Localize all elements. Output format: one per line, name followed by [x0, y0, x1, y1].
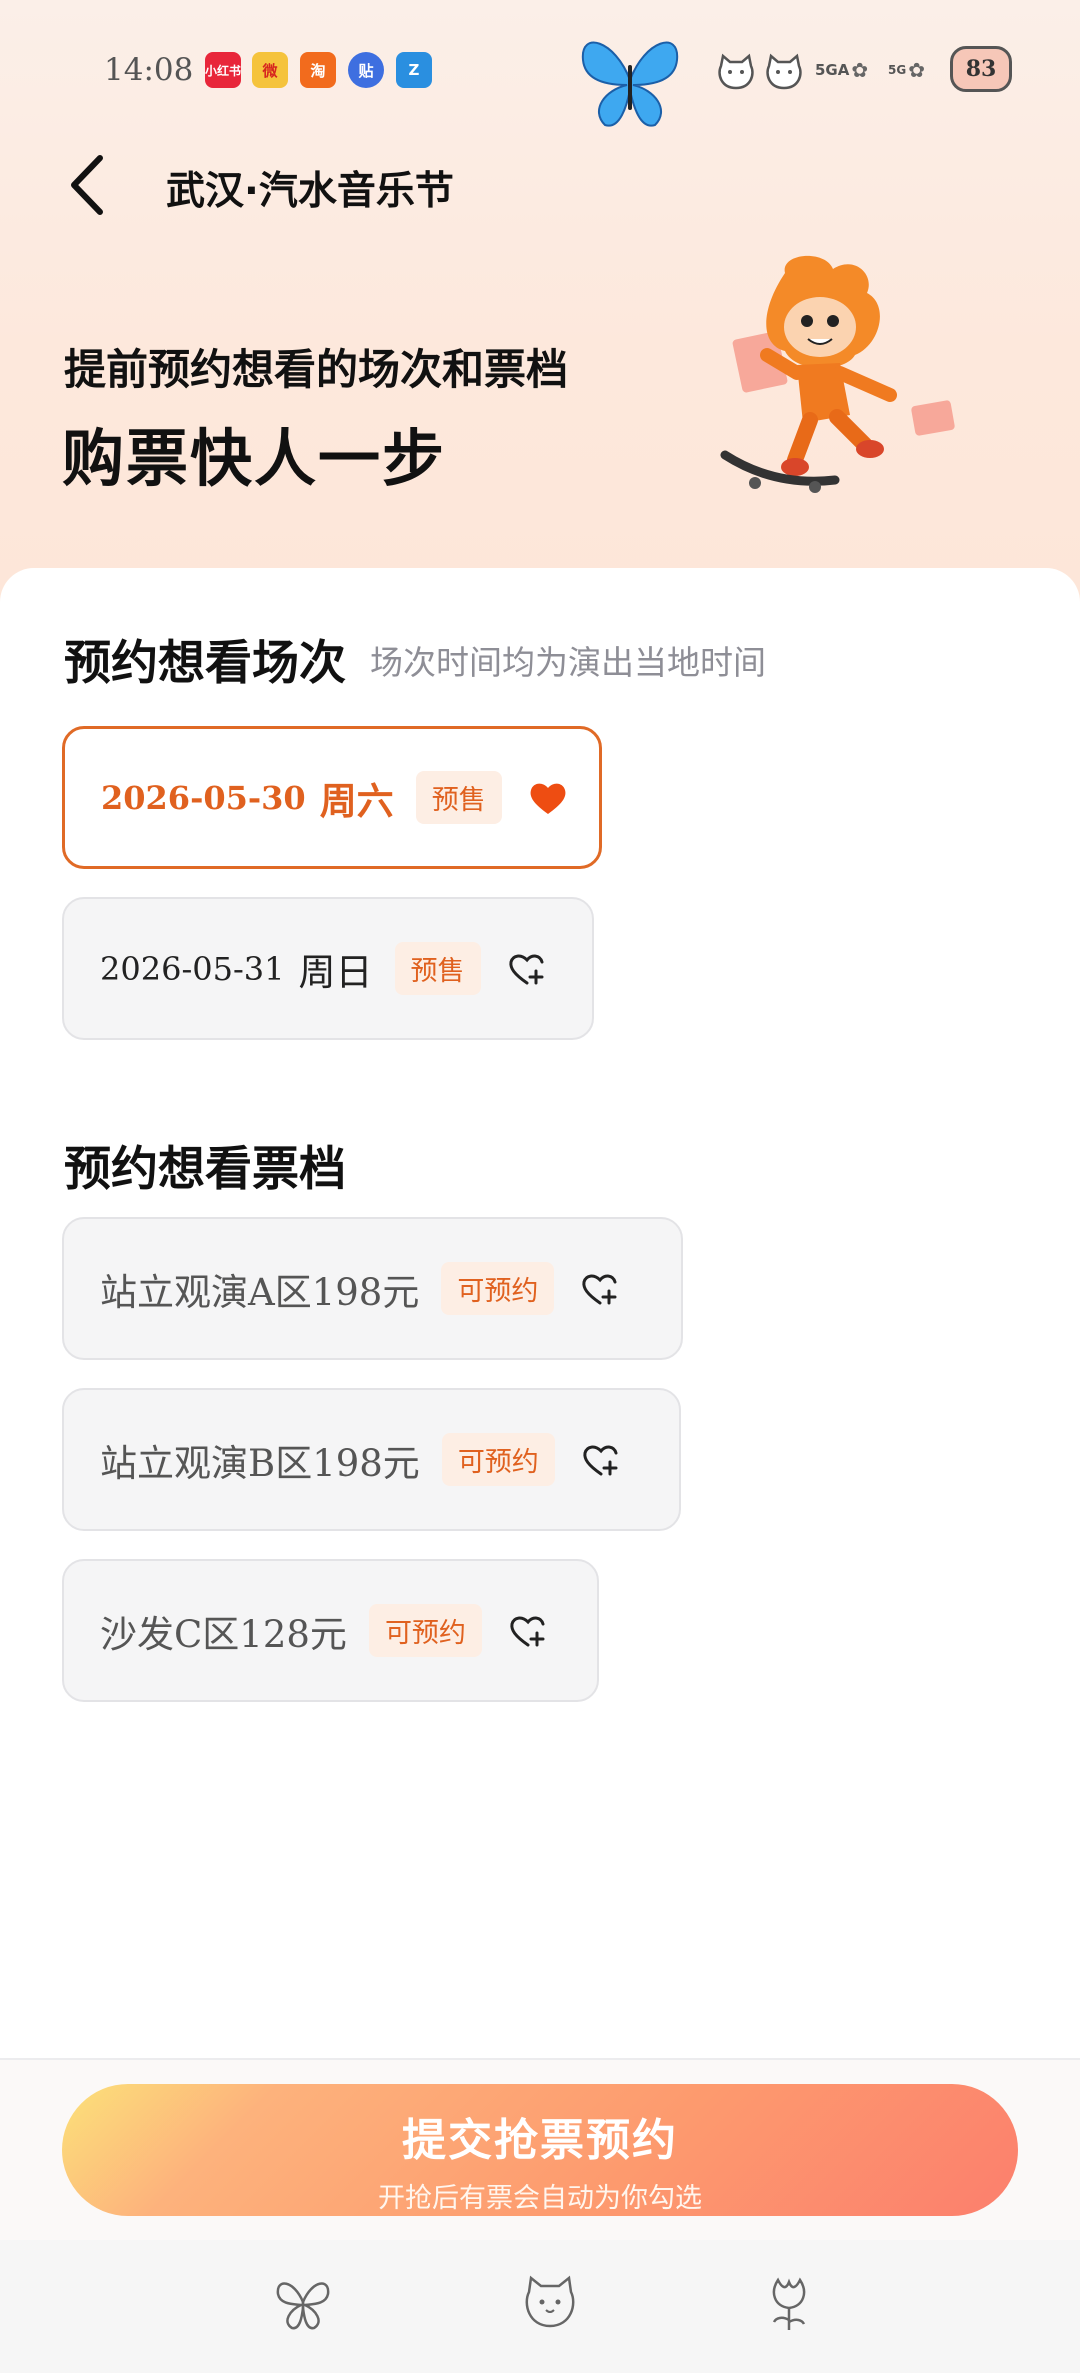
ticket-option-b[interactable]: 站立观演B区198元 可预约 — [62, 1388, 681, 1531]
session-day: 周六 — [319, 779, 394, 823]
tieba-icon: 贴 — [348, 52, 384, 88]
sessions-note: 场次时间均为演出当地时间 — [370, 643, 766, 682]
battery-indicator: 83 — [950, 46, 1012, 92]
xiaohongshu-icon: 小红书 — [205, 52, 241, 88]
system-navigation-bar — [0, 2240, 1080, 2373]
session-date: 2026-05-31 — [100, 949, 285, 988]
page-title: 武汉·汽水音乐节 — [166, 169, 454, 214]
ticket-option-a[interactable]: 站立观演A区198元 可预约 — [62, 1217, 683, 1360]
session-option-0531[interactable]: 2026-05-31 周日 预售 — [62, 897, 594, 1040]
sessions-title: 预约想看场次 — [64, 636, 346, 691]
status-bar: 14:08 小红书 微 淘 贴 Z 5GA ✿ 5G ✿ 83 — [0, 30, 1080, 127]
mascot-illustration — [720, 255, 955, 493]
submit-label: 提交抢票预约 — [402, 2115, 678, 2165]
network-5ga: 5GA ✿ — [815, 58, 869, 82]
cat-signal-icon — [718, 53, 754, 90]
tulip-icon[interactable] — [758, 2272, 820, 2334]
heart-add-icon — [583, 1445, 618, 1475]
session-day: 周日 — [298, 950, 373, 994]
heart-add-icon — [508, 954, 543, 984]
bookable-badge: 可预约 — [441, 1433, 555, 1486]
cat-wifi-icon — [766, 53, 802, 90]
footer-divider — [0, 2058, 1080, 2060]
tickets-title: 预约想看票档 — [64, 1142, 346, 1197]
butterfly-icon[interactable] — [272, 2272, 334, 2334]
session-option-0530[interactable]: 2026-05-30 周六 预售 — [62, 726, 602, 869]
hero-title: 购票快人一步 — [62, 422, 447, 495]
presale-badge: 预售 — [394, 942, 481, 995]
butterfly-icon — [581, 41, 679, 127]
submit-sublabel: 开抢后有票会自动为你勾选 — [378, 2182, 702, 2213]
ticket-name: 沙发C区128元 — [100, 1612, 347, 1656]
heart-add-icon — [510, 1616, 545, 1646]
ticket-name: 站立观演A区198元 — [100, 1270, 420, 1314]
zhejiang-tv-icon: Z — [396, 52, 432, 88]
cat-face-icon[interactable] — [519, 2272, 581, 2334]
bookable-badge: 可预约 — [368, 1604, 482, 1657]
hero-subtitle: 提前预约想看的场次和票档 — [64, 345, 569, 394]
heart-add-icon — [582, 1274, 617, 1304]
heart-filled-icon — [530, 783, 566, 814]
back-arrow-icon[interactable] — [62, 150, 112, 220]
bookable-badge: 可预约 — [441, 1262, 555, 1315]
ticket-name: 站立观演B区198元 — [100, 1441, 420, 1485]
network-5g: 5G ✿ — [888, 58, 925, 82]
status-time: 14:08 — [104, 52, 194, 88]
ticket-option-c[interactable]: 沙发C区128元 可预约 — [62, 1559, 599, 1702]
taobao-icon: 淘 — [300, 52, 336, 88]
presale-badge: 预售 — [415, 771, 502, 824]
weibo-icon: 微 — [252, 52, 288, 88]
submit-reservation-button[interactable]: 提交抢票预约 开抢后有票会自动为你勾选 — [62, 2084, 1018, 2216]
session-date: 2026-05-30 — [101, 778, 306, 817]
